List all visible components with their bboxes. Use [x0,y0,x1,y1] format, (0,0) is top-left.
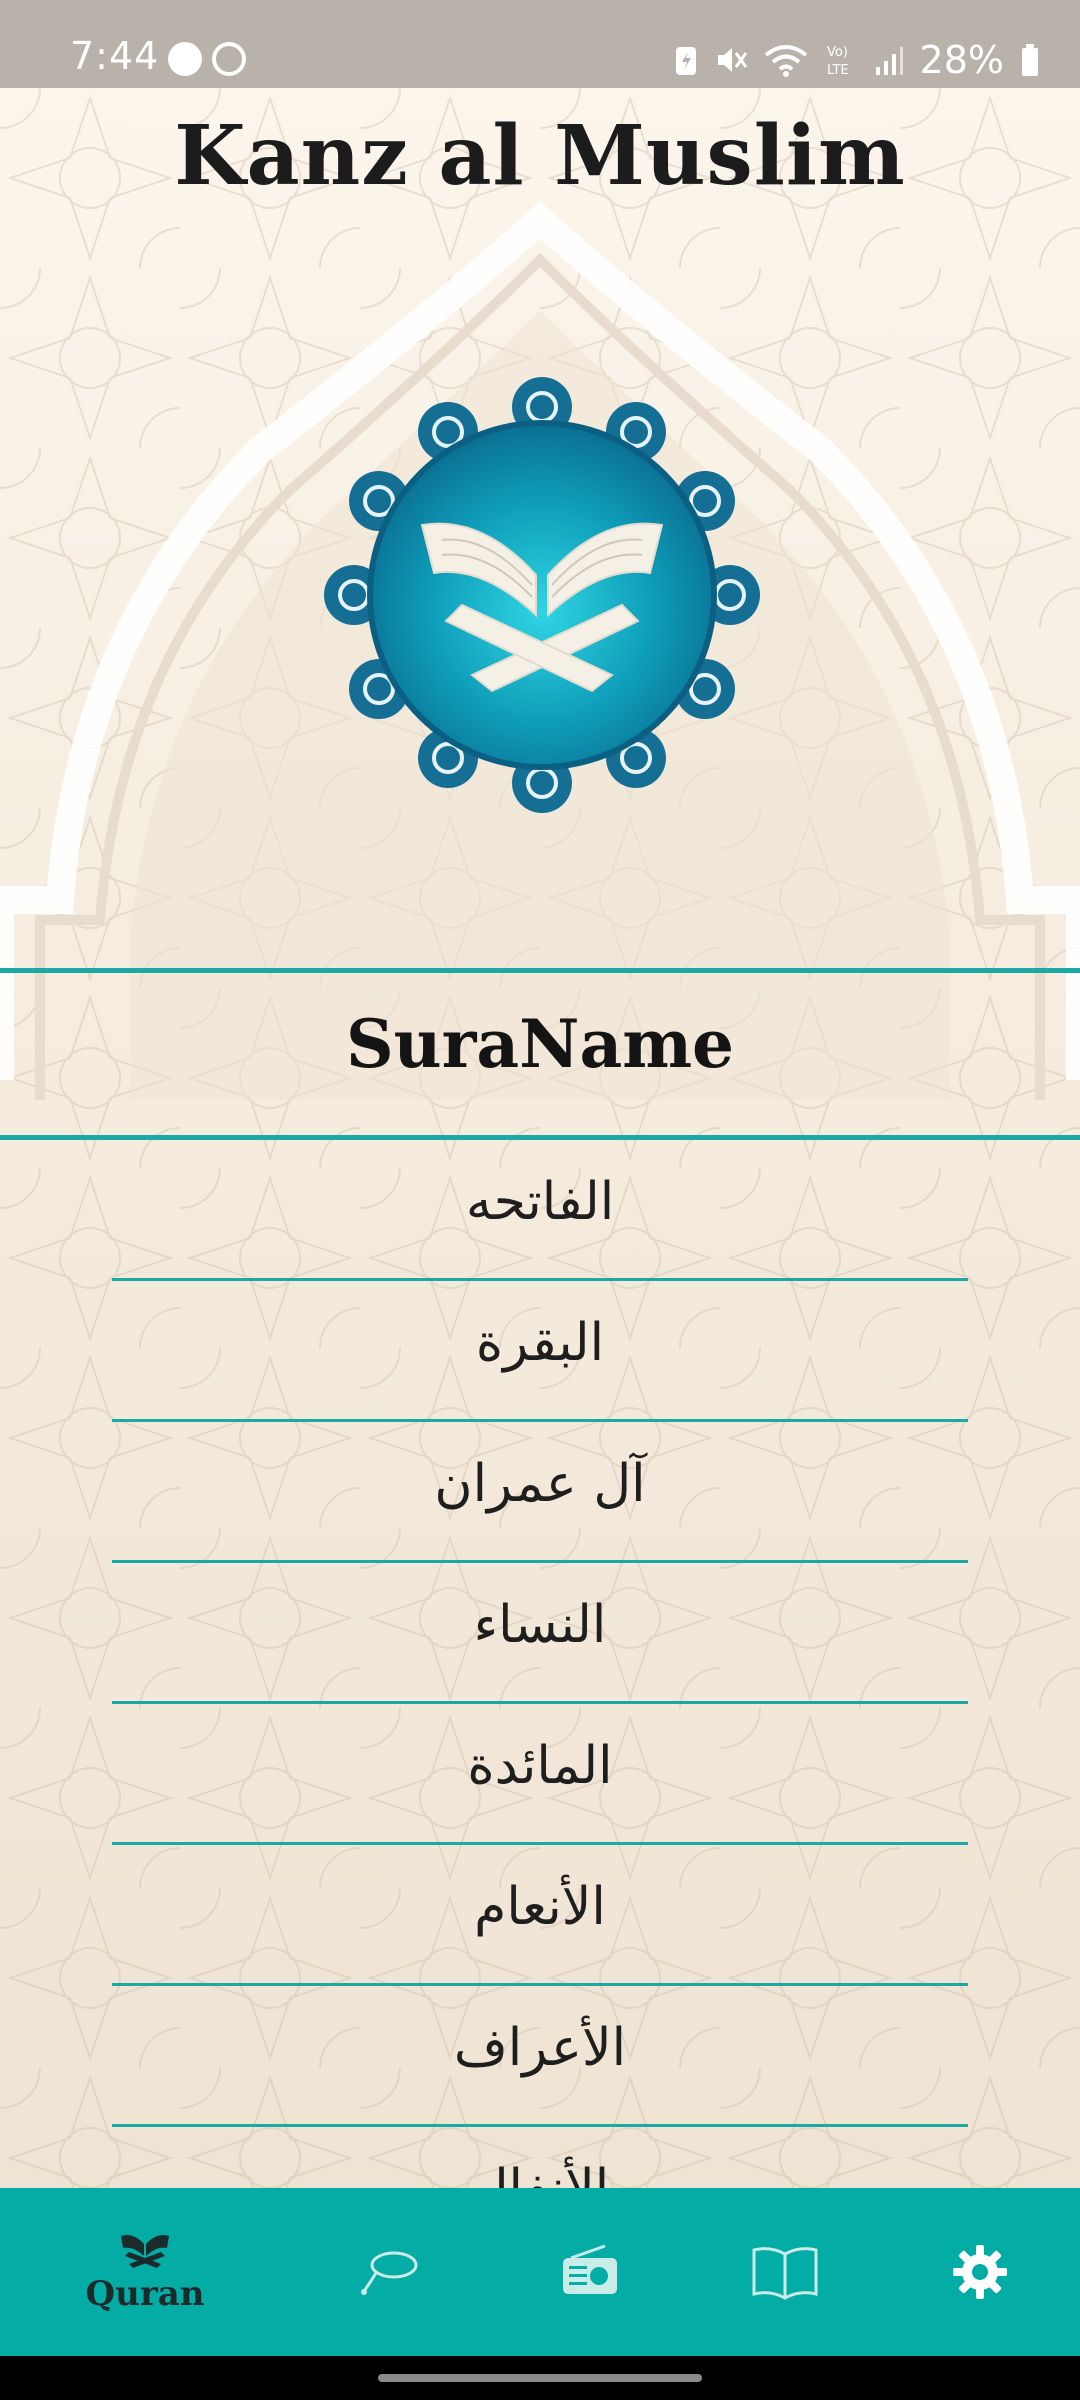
gear-icon [953,2245,1007,2299]
system-gesture-bar [0,2356,1080,2400]
list-header: SuraName [0,968,1080,1140]
whatsapp-icon [212,42,246,76]
sura-item-al-araf[interactable]: الأعراف [0,1986,1080,2127]
notification-icons [168,42,246,76]
sura-item-an-nisa[interactable]: النساء [0,1563,1080,1704]
radio-icon [563,2244,617,2294]
sura-item-al-imran[interactable]: آل عمران [0,1422,1080,1563]
sura-list[interactable]: الفاتحه البقرة آل عمران النساء المائدة ا… [0,1140,1080,2188]
volte-icon: Vo) LTE [827,45,849,78]
app-title: Kanz al Muslim [174,108,906,204]
quran-logo [324,377,760,813]
nav-radio[interactable] [540,2188,640,2356]
messenger-icon [168,42,202,76]
nav-tasbih[interactable] [340,2188,440,2356]
sura-item-al-fatiha[interactable]: الفاتحه [0,1140,1080,1281]
nav-quran-label: Quran [85,2274,205,2314]
list-header-label: SuraName [345,1005,735,1083]
sura-name: المائدة [467,1736,613,1796]
tasbih-icon [361,2251,418,2295]
signal-icon [875,47,903,75]
nav-settings[interactable] [930,2188,1030,2356]
sura-item-al-anfal[interactable]: الأنفال [0,2127,1080,2188]
sura-name: النساء [473,1595,607,1655]
sura-name: الأنفال [0,2159,1080,2188]
quran-icon [121,2235,169,2268]
sura-name: الأعراف [453,2018,627,2078]
home-gesture-handle[interactable] [378,2374,702,2382]
system-icons: Vo) LTE 28% [674,38,1040,82]
nav-quran[interactable]: Quran [70,2188,220,2356]
status-bar: 7:44 Vo) LTE 28% [0,0,1080,88]
sura-name: الفاتحه [465,1172,615,1232]
svg-text:LTE: LTE [827,63,849,78]
battery-icon [1022,44,1038,76]
wifi-icon [764,45,807,77]
book-icon [752,2247,818,2300]
battery-saver-icon [675,47,696,75]
svg-text:Vo): Vo) [827,45,848,60]
nav-book[interactable] [735,2188,835,2356]
sura-item-al-anam[interactable]: الأنعام [0,1845,1080,1986]
battery-percentage: 28% [919,38,1004,82]
sura-name: آل عمران [434,1454,646,1514]
sura-item-al-baqarah[interactable]: البقرة [0,1281,1080,1422]
sura-name: الأنعام [474,1877,606,1937]
mute-icon [717,48,747,72]
bottom-navigation: Quran [0,2188,1080,2356]
sura-name: البقرة [475,1313,605,1373]
sura-item-al-maidah[interactable]: المائدة [0,1704,1080,1845]
status-time: 7:44 [70,34,160,78]
